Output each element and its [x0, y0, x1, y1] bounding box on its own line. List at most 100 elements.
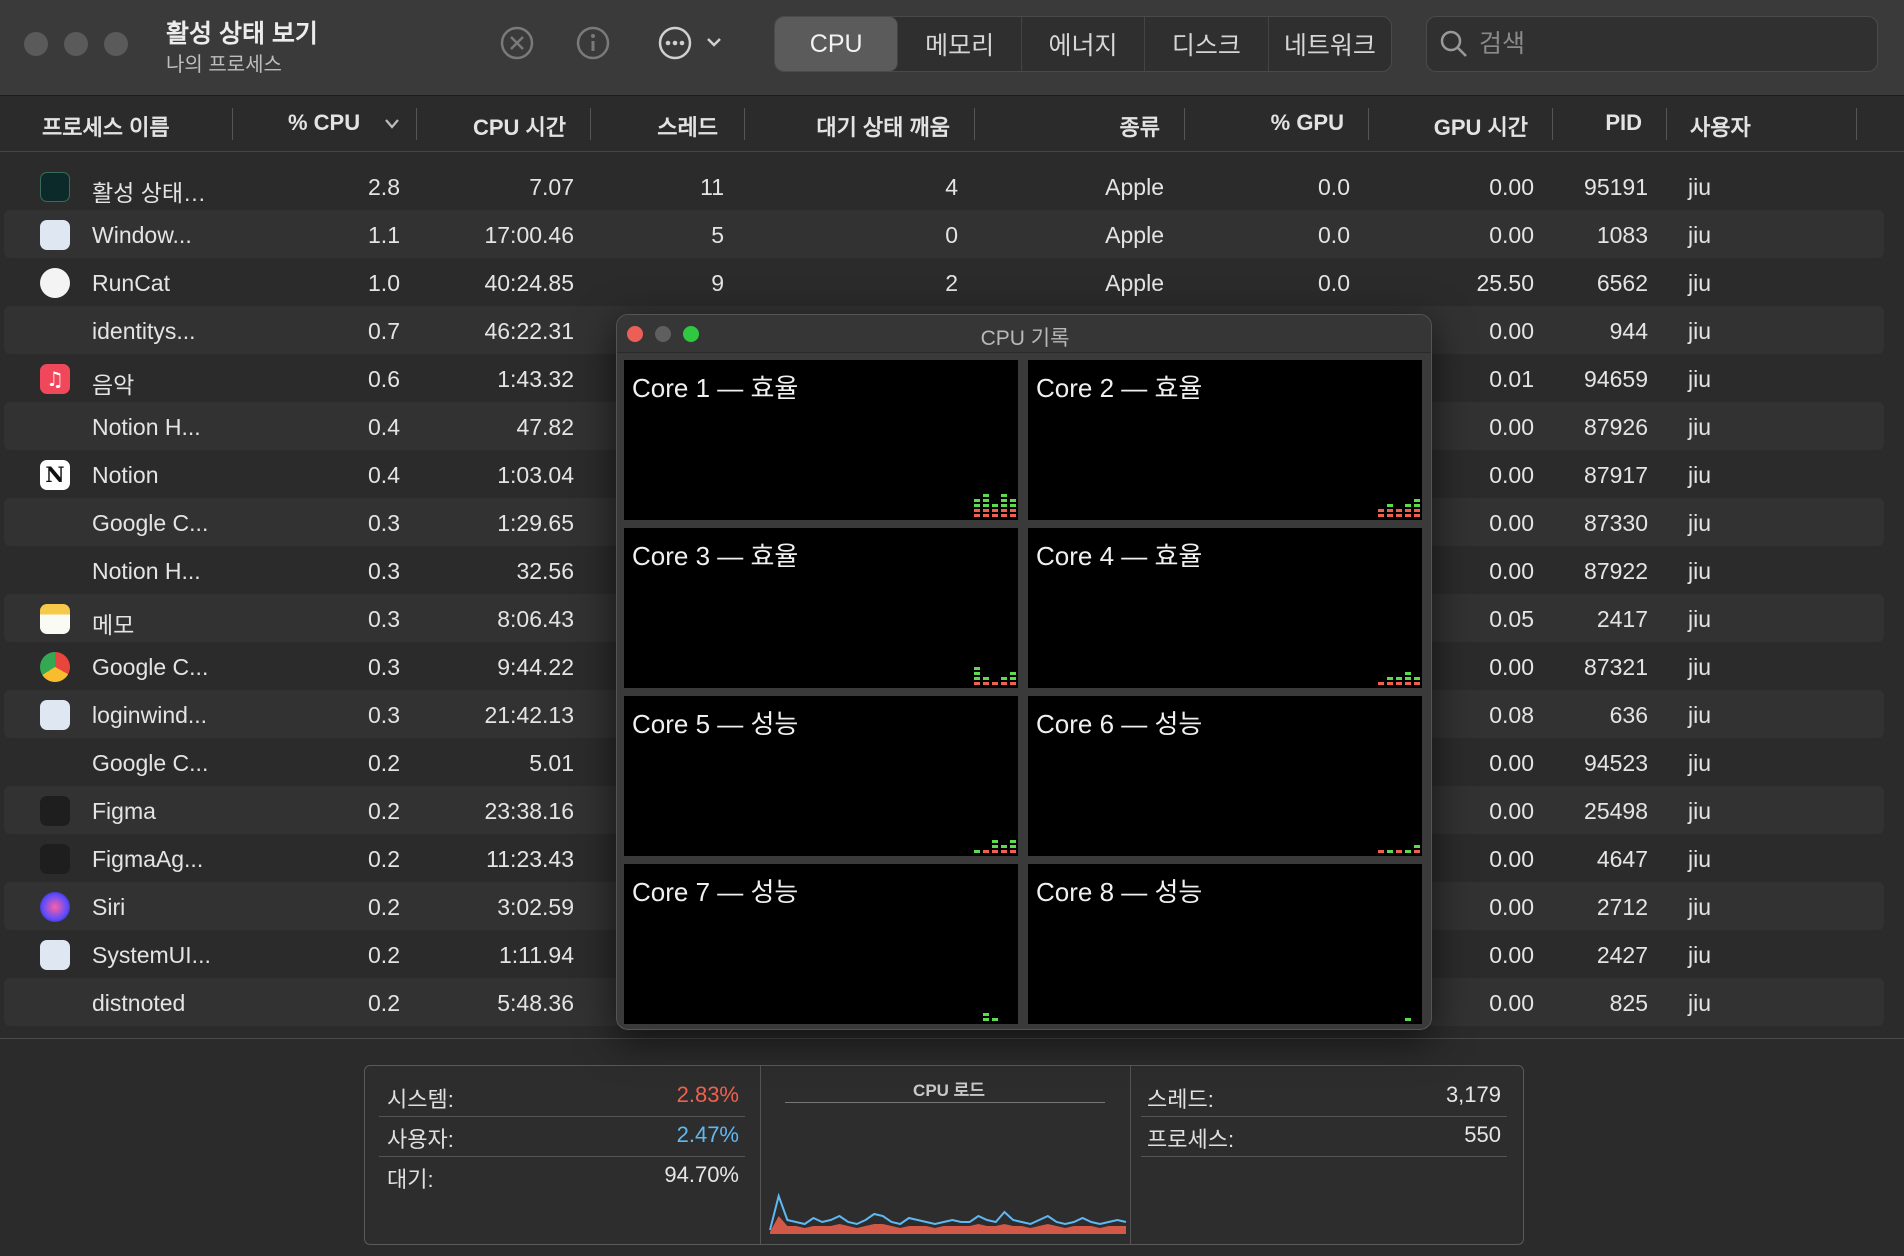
cell-cpu-time: 1:11.94 [498, 942, 574, 968]
core-usage-bar [1414, 677, 1420, 680]
core-usage-bar [1010, 845, 1016, 848]
core-usage-bar [983, 850, 989, 853]
column-kind[interactable]: 종류 [1060, 110, 1160, 142]
cell-user: jiu [1688, 942, 1712, 968]
cell-user: jiu [1688, 462, 1712, 488]
core-usage-bar [1001, 677, 1007, 680]
column-divider[interactable] [590, 108, 591, 140]
column-user[interactable]: 사용자 [1690, 110, 1751, 142]
cell-user: jiu [1688, 222, 1712, 248]
cpu-history-titlebar[interactable]: CPU 기록 [617, 315, 1431, 353]
core-usage-bar [1396, 850, 1402, 853]
core-usage-bar [992, 850, 998, 853]
cell-threads: 9 [711, 270, 724, 296]
activity-monitor-icon [40, 172, 70, 202]
more-options-icon[interactable] [656, 24, 726, 62]
search-input[interactable] [1479, 27, 1859, 61]
cell-pid: 95191 [1584, 174, 1648, 200]
core-usage-bar [1396, 509, 1402, 512]
cell-pid: 94659 [1584, 366, 1648, 392]
core-usage-bar [1010, 682, 1016, 685]
table-row[interactable]: RunCat 1.0 40:24.85 9 2 Apple 0.0 25.50 6562 jiu [4, 258, 1884, 306]
column-divider[interactable] [1666, 108, 1667, 140]
column-gpu-time[interactable]: GPU 시간 [1380, 110, 1528, 142]
cell-cpu: 0.3 [368, 606, 400, 632]
column-divider[interactable] [416, 108, 417, 140]
core-usage-bar [992, 509, 998, 512]
tab-energy[interactable]: 에너지 [1022, 17, 1146, 71]
divider [379, 1116, 745, 1117]
cell-cpu-time: 3:02.59 [497, 894, 574, 920]
cell-cpu: 0.3 [368, 654, 400, 680]
column-divider[interactable] [1184, 108, 1185, 140]
column-divider[interactable] [1856, 108, 1857, 140]
table-row[interactable]: 활성 상태… 2.8 7.07 11 4 Apple 0.0 0.00 95191 jiu [4, 162, 1884, 210]
core-usage-bar [992, 514, 998, 517]
core-usage-bar [1405, 682, 1411, 685]
cell-user: jiu [1688, 558, 1712, 584]
column-process-name[interactable]: 프로세스 이름 [42, 110, 170, 142]
stats-box: 시스템: 2.83% 사용자: 2.47% 대기: 94.70% CPU 로드 … [364, 1065, 1524, 1245]
tab-disk[interactable]: 디스크 [1145, 17, 1269, 71]
core-usage-bar [983, 509, 989, 512]
column-gpu-percent[interactable]: % GPU [1200, 110, 1344, 136]
cell-cpu-time: 7.07 [529, 174, 574, 200]
close-window-button[interactable] [24, 32, 48, 56]
zoom-window-button[interactable] [104, 32, 128, 56]
cell-user: jiu [1688, 174, 1712, 200]
cell-user: jiu [1688, 798, 1712, 824]
core-label: Core 7 — 성능 [632, 877, 799, 907]
cell-cpu-time: 11:23.43 [486, 846, 574, 872]
table-row[interactable]: Window... 1.1 17:00.46 5 0 Apple 0.0 0.00 1083 ji… [4, 210, 1884, 258]
process-name: loginwind... [92, 702, 208, 728]
core-graph: Core 5 — 성능 [624, 696, 1018, 856]
column-divider[interactable] [744, 108, 745, 140]
core-usage-bar [974, 509, 980, 512]
figma-agent-icon [40, 844, 70, 874]
core-usage-bar [1414, 845, 1420, 848]
core-label: Core 3 — 효율 [632, 541, 799, 571]
divider [1141, 1116, 1507, 1117]
sort-descending-icon[interactable] [384, 118, 400, 130]
threads-label: 스레드: [1147, 1087, 1214, 1112]
core-usage-bar [1001, 850, 1007, 853]
core-usage-bar [983, 1013, 989, 1016]
cell-gpu-time: 0.00 [1489, 222, 1534, 248]
stop-process-icon[interactable] [498, 24, 536, 62]
divider [785, 1102, 1105, 1103]
cell-cpu-time: 9:44.22 [497, 654, 574, 680]
column-divider[interactable] [1368, 108, 1369, 140]
cell-cpu-time: 47.82 [516, 414, 574, 440]
idle-label: 대기: [387, 1167, 434, 1192]
notion-icon: N [40, 460, 70, 490]
column-cpu-percent[interactable]: % CPU [288, 110, 360, 136]
cpu-history-window[interactable]: CPU 기록 Core 1 — 효율 Core 2 — 효율 Core 3 — 효율… [616, 314, 1432, 1030]
tab-network[interactable]: 네트워크 [1269, 17, 1391, 71]
cell-user: jiu [1688, 750, 1712, 776]
core-graph: Core 2 — 효율 [1028, 360, 1422, 520]
column-pid[interactable]: PID [1560, 110, 1642, 136]
column-cpu-time[interactable]: CPU 시간 [420, 110, 566, 142]
core-usage-bar [1405, 672, 1411, 675]
cell-cpu: 0.4 [368, 462, 400, 488]
tab-cpu[interactable]: CPU [775, 17, 899, 71]
search-field[interactable] [1426, 16, 1878, 72]
cell-pid: 87917 [1584, 462, 1648, 488]
cell-cpu: 1.0 [368, 270, 400, 296]
core-usage-bar [1414, 509, 1420, 512]
info-icon[interactable] [574, 24, 612, 62]
tab-memory[interactable]: 메모리 [898, 17, 1022, 71]
minimize-window-button[interactable] [64, 32, 88, 56]
column-divider[interactable] [232, 108, 233, 140]
column-divider[interactable] [1552, 108, 1553, 140]
column-divider[interactable] [974, 108, 975, 140]
column-threads[interactable]: 스레드 [600, 110, 718, 142]
window-subtitle[interactable]: 나의 프로세스 [166, 48, 282, 77]
column-idle-wake-ups[interactable]: 대기 상태 깨움 [760, 110, 950, 142]
column-header: 프로세스 이름 % CPU CPU 시간 스레드 대기 상태 깨움 종류 % G… [0, 96, 1904, 152]
cell-pid: 6562 [1596, 270, 1648, 296]
process-name: Notion [92, 462, 159, 488]
system-load-area [770, 1216, 1126, 1234]
processes-value: 550 [1464, 1122, 1501, 1147]
cell-user: jiu [1688, 510, 1712, 536]
